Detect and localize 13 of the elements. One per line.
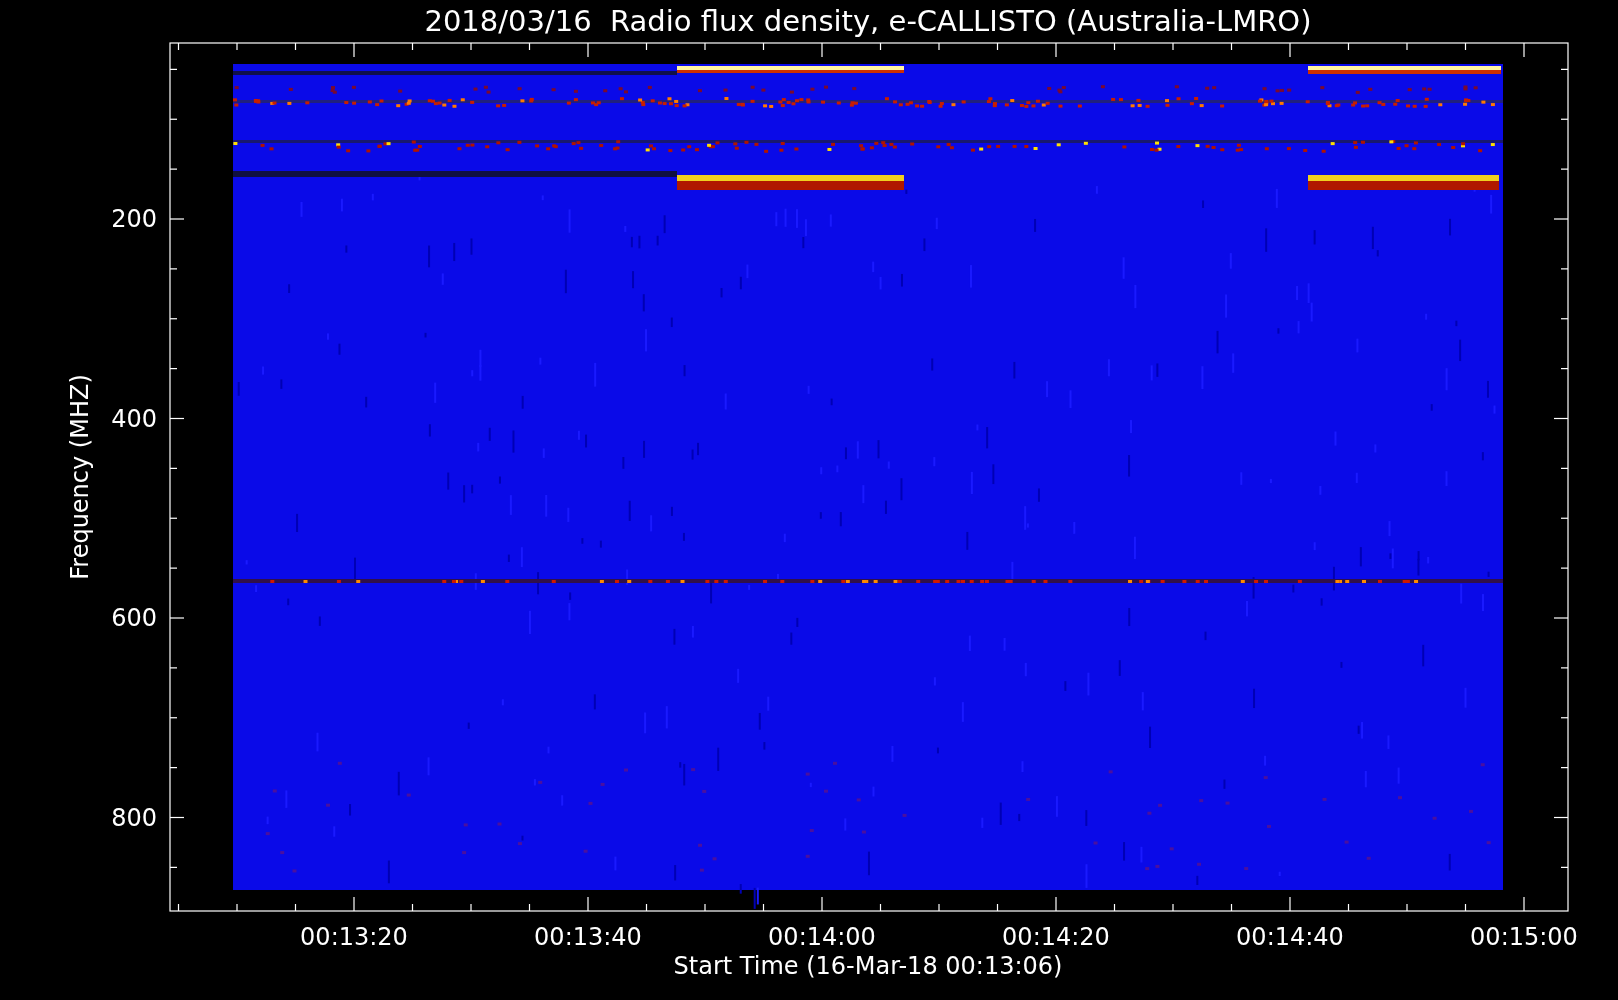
y-tick-label: 600 bbox=[111, 604, 157, 632]
plot-title: 2018/03/16 Radio flux density, e-CALLISTO (Australia-LMRO) bbox=[424, 4, 1312, 38]
x-tick-label: 00:14:40 bbox=[1236, 923, 1344, 951]
x-tick-label: 00:14:20 bbox=[1002, 923, 1110, 951]
y-axis-label: Frequency (MHZ) bbox=[66, 374, 94, 580]
x-tick-label: 00:13:40 bbox=[534, 923, 642, 951]
y-tick-label: 800 bbox=[111, 803, 157, 832]
x-tick-label: 00:15:00 bbox=[1470, 923, 1578, 951]
y-tick-label: 200 bbox=[111, 205, 157, 233]
x-tick-label: 00:14:00 bbox=[768, 923, 876, 951]
x-axis-label: Start Time (16-Mar-18 00:13:06) bbox=[673, 952, 1063, 980]
y-tick-label: 400 bbox=[111, 404, 157, 433]
x-tick-label: 00:13:20 bbox=[300, 923, 408, 951]
